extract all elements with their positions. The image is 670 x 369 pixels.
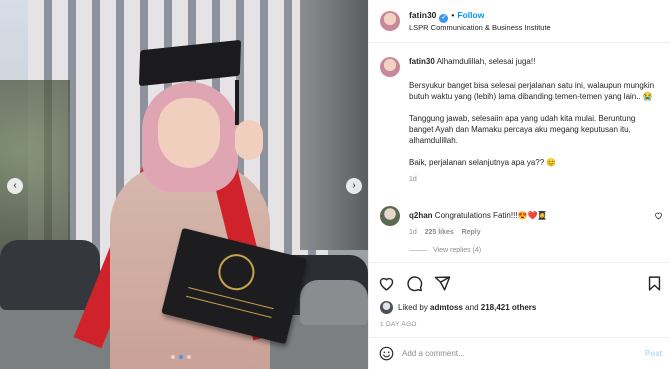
post-date[interactable]: 1 DAY AGO (380, 321, 417, 328)
header-user-line: fatin30 ✓ • Follow (409, 10, 484, 23)
likes-prefix: Liked by (398, 303, 428, 312)
caption-first-line: fatin30 Alhamdulillah, selesai juga!! (409, 56, 659, 67)
post-actions: Liked by admtoss and 218,421 others 1 DA… (369, 262, 670, 337)
follow-button[interactable]: Follow (457, 10, 484, 20)
share-icon[interactable] (434, 275, 451, 292)
post-photo[interactable]: ‹ › (0, 0, 368, 369)
header-username[interactable]: fatin30 (409, 10, 436, 20)
caption-timestamp[interactable]: 1d (409, 176, 670, 183)
graduate-person (73, 39, 307, 369)
reply-timestamp[interactable]: 1d (409, 229, 417, 236)
avatar[interactable] (380, 206, 400, 226)
carousel-dot (171, 355, 175, 359)
carousel-dot-active (179, 355, 183, 359)
diploma-embossing (185, 286, 274, 318)
avatar[interactable] (380, 57, 400, 77)
add-comment-bar: Post (369, 337, 670, 369)
emoji-icon[interactable] (379, 346, 394, 361)
reply-button[interactable]: Reply (462, 229, 481, 236)
likes-summary: Liked by admtoss and 218,421 others (380, 301, 536, 314)
caption-paragraph: Tanggung jawab, selesaiin apa yang udah … (409, 114, 636, 145)
carousel-indicator (171, 355, 191, 359)
caption-username[interactable]: fatin30 (409, 57, 435, 66)
reply-username[interactable]: q2han (409, 211, 433, 220)
avatar[interactable] (380, 301, 393, 314)
like-comment-heart-icon[interactable] (654, 211, 663, 220)
carousel-prev-button[interactable]: ‹ (7, 178, 23, 194)
caption-text: Alhamdulillah, selesai juga!! (436, 57, 536, 66)
reply-line: q2han Congratulations Fatin!!!😍❤️👩‍🎓 (409, 206, 659, 221)
post-comment-button[interactable]: Post (645, 349, 662, 358)
comments-list[interactable]: fatin30 Alhamdulillah, selesai juga!! Be… (369, 43, 670, 262)
face (158, 98, 220, 168)
likes-conjunction: and (465, 303, 479, 312)
comment-icon[interactable] (406, 275, 423, 292)
background-building-right (300, 0, 368, 250)
caption-paragraph: Bersyukur banget bisa selesai perjalanan… (409, 81, 655, 101)
post-side-panel: fatin30 ✓ • Follow LSPR Communication & Bus… (368, 0, 670, 369)
view-replies-button[interactable]: View replies (4) (409, 247, 481, 254)
separator: • (451, 10, 455, 20)
waving-hand (235, 120, 263, 160)
likes-user[interactable]: admtoss (430, 303, 463, 312)
likes-text: Liked by admtoss and 218,421 others (398, 303, 536, 312)
comment-input[interactable] (402, 345, 637, 362)
post-header: fatin30 ✓ • Follow LSPR Communication & Bus… (369, 0, 670, 43)
instagram-post: ‹ › fatin30 ✓ • Follow LSPR Communication &… (0, 0, 670, 369)
carousel-next-button[interactable]: › (346, 178, 362, 194)
institute-seal-logo (214, 250, 259, 294)
avatar[interactable] (380, 11, 400, 31)
verified-icon: ✓ (439, 14, 449, 23)
caption-comment: fatin30 Alhamdulillah, selesai juga!! Be… (369, 56, 670, 183)
reply-meta: 1d 225 likes Reply (409, 229, 670, 236)
reply-likes[interactable]: 225 likes (425, 229, 454, 236)
carousel-dot (187, 355, 191, 359)
action-icons (378, 275, 451, 292)
cap-tassel (235, 80, 239, 125)
bookmark-icon[interactable] (646, 275, 663, 292)
caption-paragraph: Baik, perjalanan selanjutnya apa ya?? 😊 (409, 158, 557, 167)
reply-text: Congratulations Fatin!!!😍❤️👩‍🎓 (434, 211, 548, 220)
location-link[interactable]: LSPR Communication & Business Institute (409, 23, 551, 32)
heart-icon[interactable] (378, 275, 395, 292)
likes-count[interactable]: 218,421 others (481, 303, 537, 312)
parked-car (300, 280, 368, 325)
reply-comment: q2han Congratulations Fatin!!!😍❤️👩‍🎓 1d … (369, 206, 670, 236)
